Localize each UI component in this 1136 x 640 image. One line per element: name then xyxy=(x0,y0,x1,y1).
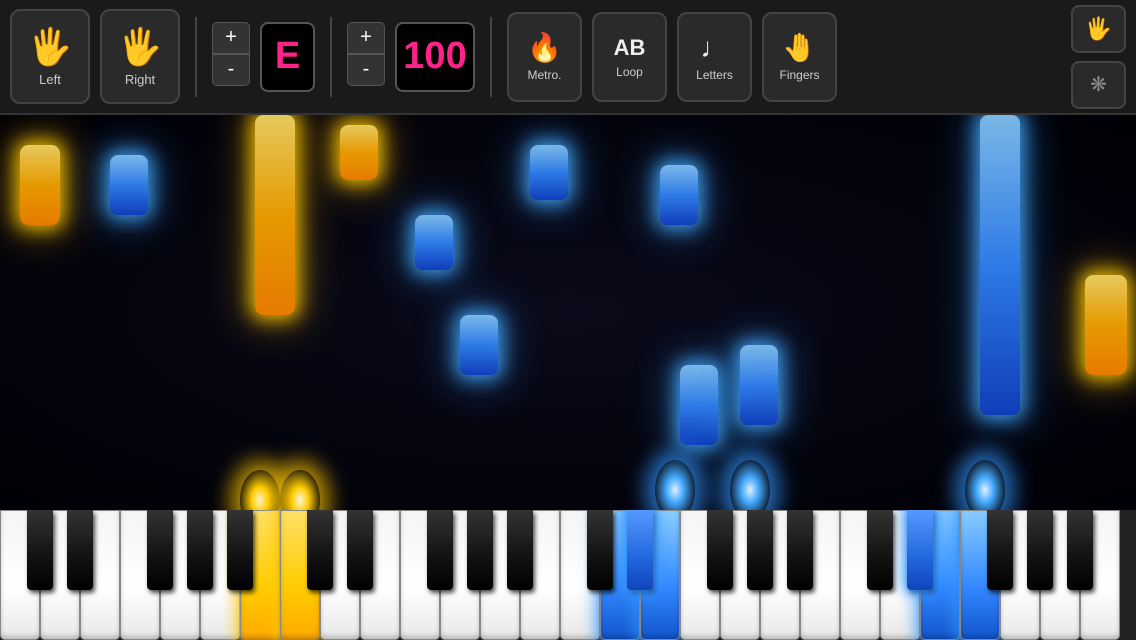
black-key-12[interactable] xyxy=(507,510,533,590)
side-buttons: 🖐 ❋ xyxy=(1071,5,1126,109)
black-key-14[interactable] xyxy=(587,510,613,590)
tempo-display: 100 xyxy=(395,22,475,92)
tempo-plus-button[interactable]: + xyxy=(347,22,385,54)
fingers-icon: 🤚 xyxy=(782,31,817,64)
piano-keyboard[interactable] xyxy=(0,510,1136,640)
piano-keys-wrapper xyxy=(0,510,1136,640)
black-key-25[interactable] xyxy=(1027,510,1053,590)
key-plus-button[interactable]: + xyxy=(212,22,250,54)
left-hand-label: Left xyxy=(39,72,61,87)
black-key-19[interactable] xyxy=(787,510,813,590)
black-key-4[interactable] xyxy=(187,510,213,590)
separator-1 xyxy=(195,17,197,97)
spark-s2 xyxy=(280,470,320,510)
note-block-n8 xyxy=(660,165,698,225)
left-hand-icon: 🖐 xyxy=(28,26,73,68)
note-block-n6 xyxy=(460,315,498,375)
black-key-7[interactable] xyxy=(307,510,333,590)
note-block-n10 xyxy=(740,345,778,425)
notes-area xyxy=(0,115,1136,510)
letters-icon: ♩ xyxy=(701,32,729,64)
metro-label: Metro. xyxy=(527,68,561,82)
black-key-21[interactable] xyxy=(867,510,893,590)
black-key-18[interactable] xyxy=(747,510,773,590)
spark-s4 xyxy=(730,460,770,510)
toolbar: 🖐 Left 🖐 Right + - E + - 100 🔥 Metro. AB… xyxy=(0,0,1136,115)
black-key-15[interactable] xyxy=(627,510,653,590)
tempo-minus-button[interactable]: - xyxy=(347,54,385,86)
black-key-3[interactable] xyxy=(147,510,173,590)
key-stepper: + - xyxy=(212,22,250,92)
note-block-n1 xyxy=(20,145,60,225)
spark-s5 xyxy=(965,460,1005,510)
left-hand-button[interactable]: 🖐 Left xyxy=(10,9,90,104)
side-icon-2: ❋ xyxy=(1090,72,1107,97)
black-key-11[interactable] xyxy=(467,510,493,590)
letters-label: Letters xyxy=(696,68,733,82)
black-key-24[interactable] xyxy=(987,510,1013,590)
key-minus-button[interactable]: - xyxy=(212,54,250,86)
black-key-17[interactable] xyxy=(707,510,733,590)
right-hand-button[interactable]: 🖐 Right xyxy=(100,9,180,104)
note-block-n11 xyxy=(980,115,1020,415)
note-block-n9 xyxy=(680,365,718,445)
black-key-22[interactable] xyxy=(907,510,933,590)
loop-label: Loop xyxy=(616,65,643,79)
metro-icon: 🔥 xyxy=(527,31,562,64)
black-key-0[interactable] xyxy=(27,510,53,590)
right-hand-icon: 🖐 xyxy=(118,26,163,68)
loop-button[interactable]: AB Loop xyxy=(592,12,667,102)
note-block-n7 xyxy=(530,145,568,200)
separator-3 xyxy=(490,17,492,97)
side-icon-1: 🖐 xyxy=(1085,16,1112,42)
side-button-1[interactable]: 🖐 xyxy=(1071,5,1126,53)
fingers-button[interactable]: 🤚 Fingers xyxy=(762,12,837,102)
black-key-26[interactable] xyxy=(1067,510,1093,590)
note-block-n12 xyxy=(1085,275,1127,375)
black-key-10[interactable] xyxy=(427,510,453,590)
note-block-n2 xyxy=(110,155,148,215)
letters-button[interactable]: ♩ Letters xyxy=(677,12,752,102)
black-key-1[interactable] xyxy=(67,510,93,590)
right-hand-label: Right xyxy=(125,72,155,87)
separator-2 xyxy=(330,17,332,97)
note-block-n4 xyxy=(340,125,378,180)
fingers-label: Fingers xyxy=(779,68,819,82)
side-button-2[interactable]: ❋ xyxy=(1071,61,1126,109)
black-key-8[interactable] xyxy=(347,510,373,590)
black-key-5[interactable] xyxy=(227,510,253,590)
note-block-n3 xyxy=(255,115,295,315)
metro-button[interactable]: 🔥 Metro. xyxy=(507,12,582,102)
loop-icon: AB xyxy=(614,35,646,61)
tempo-stepper: + - xyxy=(347,22,385,92)
key-display: E xyxy=(260,22,315,92)
note-block-n5 xyxy=(415,215,453,270)
spark-s1 xyxy=(240,470,280,510)
spark-s3 xyxy=(655,460,695,510)
